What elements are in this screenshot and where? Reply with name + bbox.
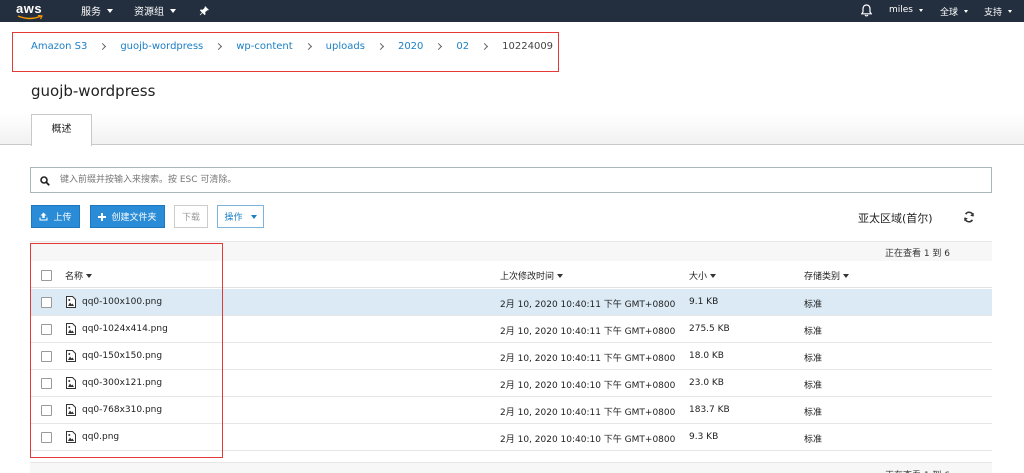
search-input[interactable] bbox=[60, 173, 960, 187]
download-label: 下载 bbox=[181, 213, 200, 223]
column-storage-class-label: 存储类别 bbox=[804, 272, 841, 282]
last-modified: 2月 10, 2020 10:40:11 下午 GMT+0800 bbox=[500, 300, 676, 310]
file-size: 183.7 KB bbox=[689, 405, 730, 415]
search-icon bbox=[40, 176, 50, 186]
chevron-down-icon bbox=[170, 8, 176, 13]
tab-overview[interactable]: 概述 bbox=[31, 114, 92, 146]
bucket-region: 亚太区域(首尔) bbox=[858, 212, 933, 225]
storage-class: 标准 bbox=[804, 381, 823, 391]
storage-class: 标准 bbox=[804, 354, 823, 364]
file-size: 9.3 KB bbox=[689, 432, 719, 442]
storage-class: 标准 bbox=[804, 327, 823, 337]
aws-smile-icon bbox=[17, 15, 43, 20]
plus-icon bbox=[98, 212, 107, 221]
viewing-count: 正在查看 1 到 6 bbox=[884, 249, 950, 259]
chevron-down-icon bbox=[1008, 10, 1013, 13]
column-storage-class[interactable]: 存储类别 bbox=[804, 269, 850, 282]
region-menu[interactable]: 全球 bbox=[940, 5, 969, 18]
breadcrumb-highlight-box bbox=[12, 32, 559, 72]
chevron-down-icon bbox=[964, 10, 969, 13]
column-size-label: 大小 bbox=[689, 272, 708, 282]
sort-down-icon bbox=[710, 273, 717, 278]
last-modified: 2月 10, 2020 10:40:11 下午 GMT+0800 bbox=[500, 408, 676, 418]
storage-class: 标准 bbox=[804, 408, 823, 418]
last-modified: 2月 10, 2020 10:40:11 下午 GMT+0800 bbox=[500, 327, 676, 337]
user-menu[interactable]: miles bbox=[889, 5, 923, 15]
refresh-icon[interactable] bbox=[963, 211, 975, 223]
sort-down-icon bbox=[843, 273, 850, 278]
column-last-modified-label: 上次修改时间 bbox=[500, 272, 555, 282]
tab-bar: 概述 bbox=[0, 114, 1024, 146]
search-box bbox=[30, 167, 992, 193]
chevron-down-icon bbox=[250, 214, 257, 219]
chevron-down-icon bbox=[107, 8, 113, 13]
top-nav: aws 服务 资源组 miles 全球 支持 bbox=[0, 0, 1024, 22]
support-label: 支持 bbox=[984, 8, 1003, 18]
storage-class: 标准 bbox=[804, 435, 823, 445]
storage-class: 标准 bbox=[804, 300, 823, 310]
last-modified: 2月 10, 2020 10:40:10 下午 GMT+0800 bbox=[500, 435, 676, 445]
viewing-count-bottom: 正在查看 1 到 6 bbox=[885, 468, 950, 473]
aws-logo[interactable]: aws bbox=[16, 1, 46, 21]
tab-bar-background bbox=[0, 114, 1024, 145]
user-name: miles bbox=[889, 5, 913, 15]
viewing-count-bar-bottom: 正在查看 1 到 6 bbox=[30, 462, 992, 473]
chevron-down-icon bbox=[919, 8, 923, 12]
create-folder-button[interactable]: 创建文件夹 bbox=[90, 205, 165, 228]
download-button[interactable]: 下载 bbox=[174, 205, 208, 228]
sort-down-icon bbox=[557, 273, 564, 278]
file-size: 18.0 KB bbox=[689, 351, 724, 361]
file-size: 275.5 KB bbox=[689, 324, 730, 334]
file-size: 23.0 KB bbox=[689, 378, 724, 388]
pin-icon[interactable] bbox=[199, 5, 210, 16]
file-size: 9.1 KB bbox=[689, 297, 719, 307]
resource-groups-menu[interactable]: 资源组 bbox=[134, 3, 176, 18]
column-size[interactable]: 大小 bbox=[689, 269, 717, 282]
services-menu[interactable]: 服务 bbox=[81, 3, 113, 18]
page-title: guojb-wordpress bbox=[31, 82, 156, 100]
support-menu[interactable]: 支持 bbox=[984, 5, 1013, 18]
actions-label: 操作 bbox=[224, 213, 243, 223]
global-region-label: 全球 bbox=[940, 8, 959, 18]
aws-logo-text: aws bbox=[16, 1, 43, 16]
column-last-modified[interactable]: 上次修改时间 bbox=[500, 269, 564, 282]
create-folder-label: 创建文件夹 bbox=[111, 213, 157, 223]
services-label: 服务 bbox=[81, 7, 101, 18]
upload-label: 上传 bbox=[53, 213, 72, 223]
last-modified: 2月 10, 2020 10:40:11 下午 GMT+0800 bbox=[500, 354, 676, 364]
actions-dropdown[interactable]: 操作 bbox=[217, 205, 264, 228]
upload-button[interactable]: 上传 bbox=[31, 205, 80, 228]
bell-icon[interactable] bbox=[861, 4, 872, 17]
name-column-highlight-box bbox=[30, 243, 223, 458]
upload-icon bbox=[39, 212, 48, 221]
last-modified: 2月 10, 2020 10:40:10 下午 GMT+0800 bbox=[500, 381, 676, 391]
resource-groups-label: 资源组 bbox=[134, 7, 164, 18]
